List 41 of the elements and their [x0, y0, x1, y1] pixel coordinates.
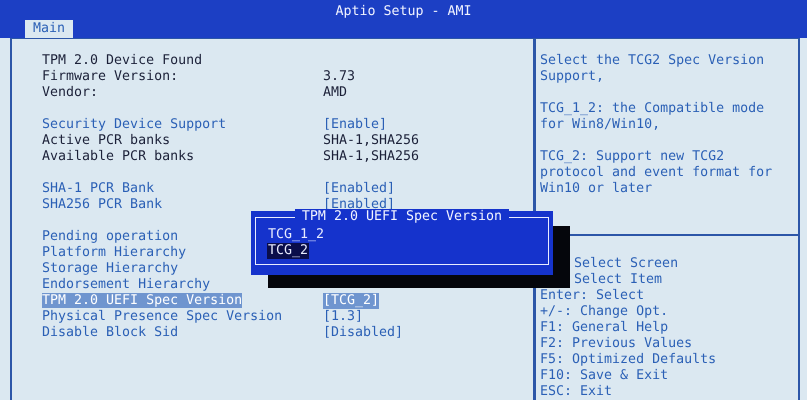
key-hint: Select Item: [574, 272, 662, 287]
setting-label: Vendor:: [42, 85, 98, 100]
setting-label[interactable]: SHA-1 PCR Bank: [42, 181, 154, 196]
popup-option[interactable]: TCG_1_2: [267, 227, 326, 243]
key-hint: Enter: Select: [540, 288, 644, 303]
setting-label[interactable]: Platform Hierarchy: [42, 245, 186, 260]
key-hint: F1: General Help: [540, 320, 668, 335]
setting-label[interactable]: TPM 2.0 UEFI Spec Version: [42, 293, 242, 308]
setting-label[interactable]: Pending operation: [42, 229, 178, 244]
setting-value: [TCG_2]: [323, 293, 380, 309]
setting-value: [Disabled]: [323, 325, 404, 341]
setting-label[interactable]: Security Device Support: [42, 117, 226, 132]
setting-value: [1.3]: [323, 309, 364, 325]
help-text: TCG_1_2: the Compatible mode for Win8/Win10,: [540, 101, 766, 133]
key-hint: ESC: Exit: [540, 384, 612, 399]
setting-label: TPM 2.0 Device Found: [42, 53, 202, 68]
key-hint: F2: Previous Values: [540, 336, 692, 351]
popup-option[interactable]: TCG_2: [267, 243, 310, 259]
setting-value: [Enable]: [323, 117, 388, 133]
setting-label: Available PCR banks: [42, 149, 194, 164]
setting-label[interactable]: Storage Hierarchy: [42, 261, 178, 276]
setting-label: Firmware Version:: [42, 69, 178, 84]
key-hint: F5: Optimized Defaults: [540, 352, 716, 367]
window-title: Aptio Setup - AMI: [335, 3, 472, 20]
setting-label: Active PCR banks: [42, 133, 170, 148]
setting-value: 3.73: [323, 69, 356, 85]
setting-label[interactable]: Endorsement Hierarchy: [42, 277, 210, 292]
setting-value: [Enabled]: [323, 181, 396, 197]
setting-label[interactable]: Physical Presence Spec Version: [42, 309, 282, 324]
key-hint: Select Screen: [574, 256, 678, 271]
help-text: TCG_2: Support new TCG2 protocol and event format for Win10 or later: [540, 149, 774, 197]
tab[interactable]: Main: [25, 20, 74, 38]
setting-value: SHA-1,SHA256: [323, 149, 420, 165]
key-hint: F10: Save & Exit: [540, 368, 668, 383]
setting-value: SHA-1,SHA256: [323, 133, 420, 149]
setting-label[interactable]: Disable Block Sid: [42, 325, 178, 340]
popup-title: TPM 2.0 UEFI Spec Version: [294, 209, 510, 224]
setting-label[interactable]: SHA256 PCR Bank: [42, 197, 162, 212]
key-hint: +/-: Change Opt.: [540, 304, 668, 319]
setting-value: AMD: [323, 85, 348, 101]
help-text: Select the TCG2 Spec Version Support,: [540, 53, 766, 85]
